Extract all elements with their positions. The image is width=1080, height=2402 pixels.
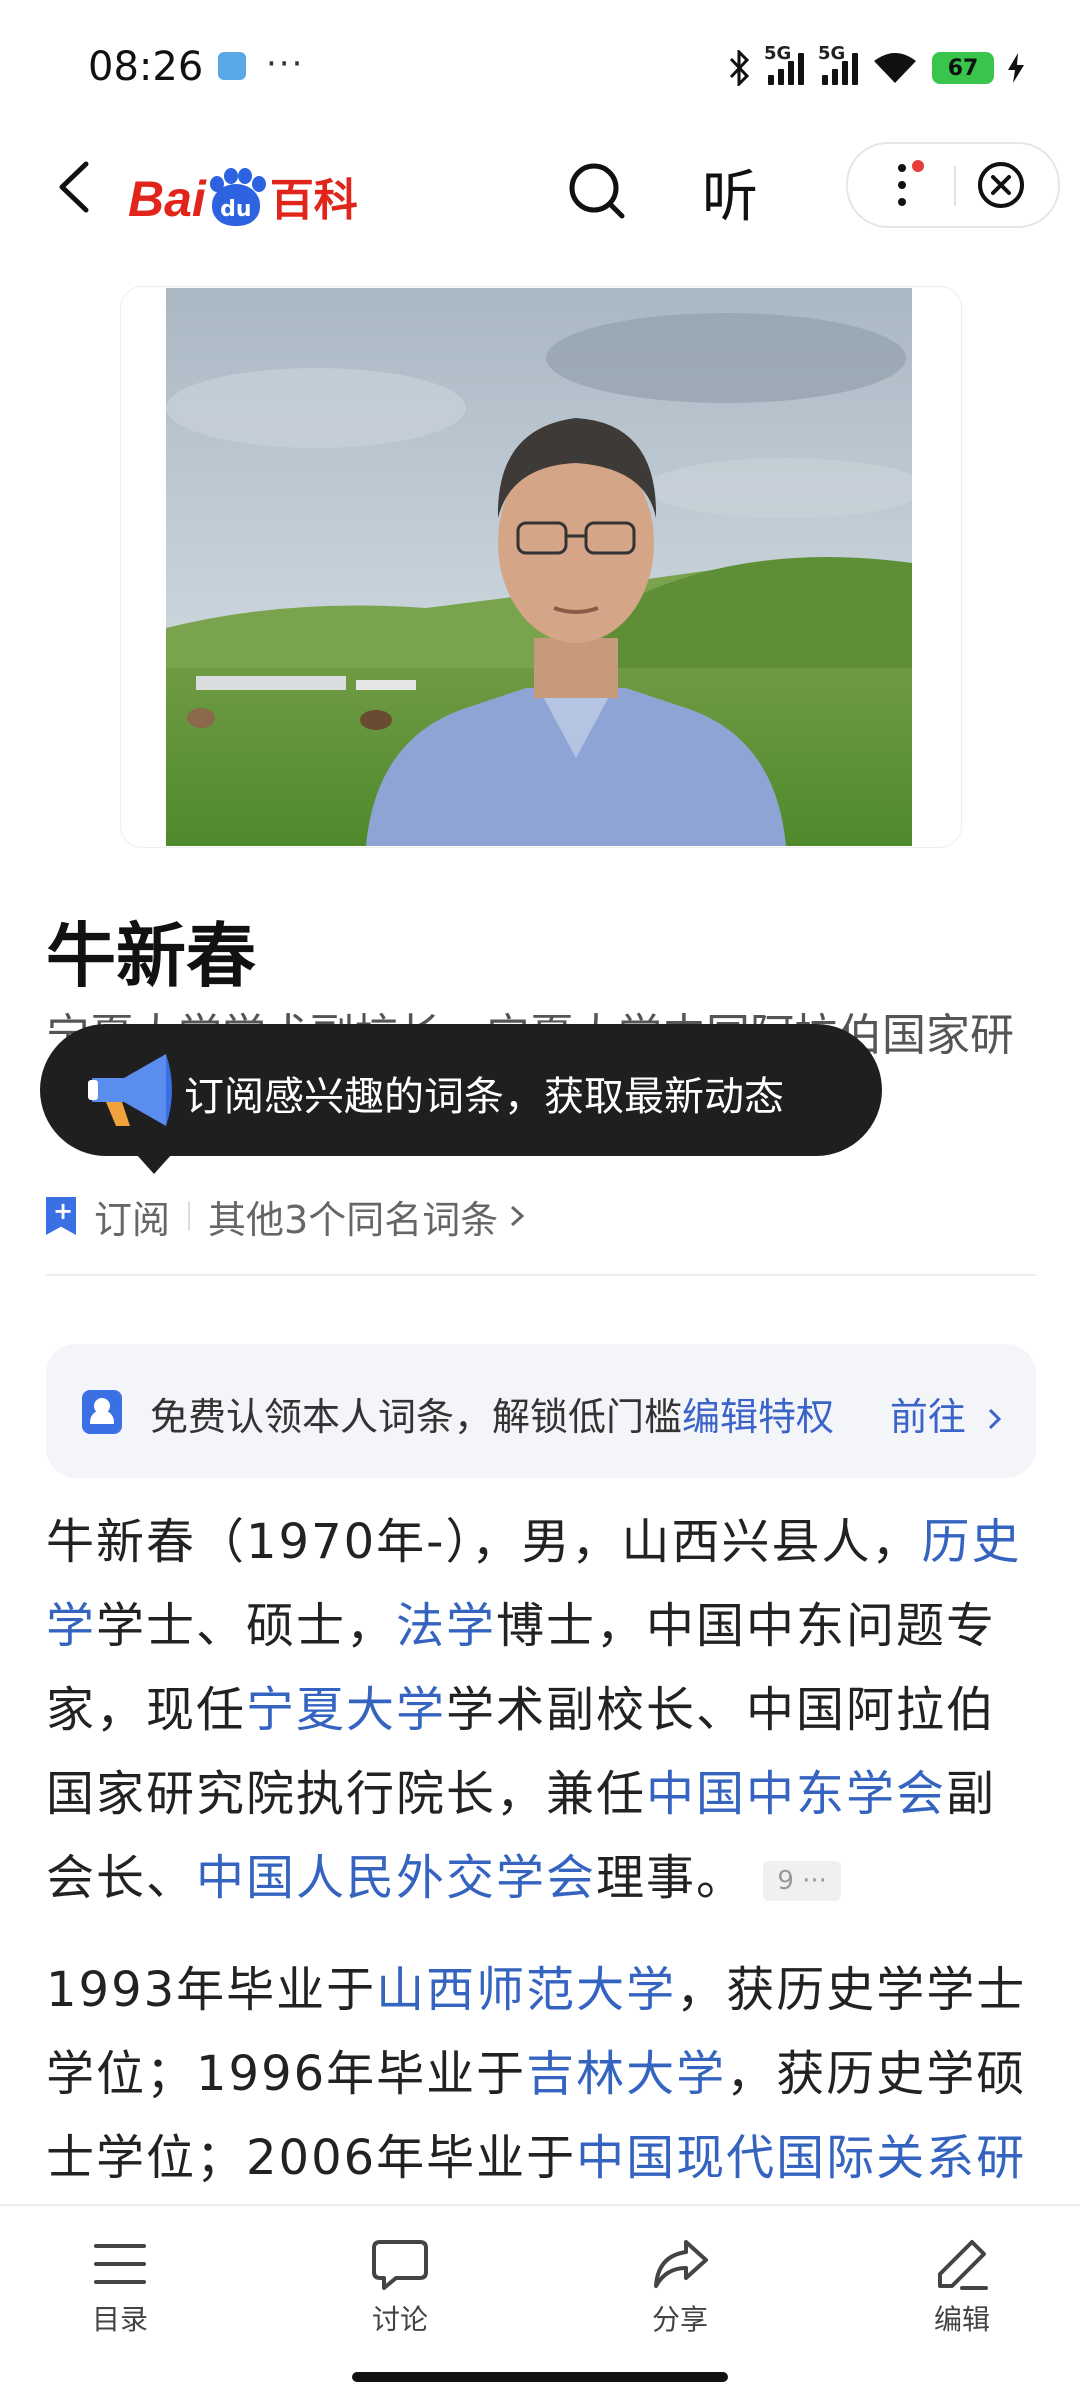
status-icons: 5G 5G 67 xyxy=(728,43,1024,88)
paw-icon: du xyxy=(208,168,266,228)
claim-description: 免费认领本人词条，解锁低门槛 xyxy=(150,1395,683,1439)
close-circle-icon xyxy=(978,162,1024,208)
claim-entry-card[interactable]: 免费认领本人词条，解锁低门槛编辑特权 前往 xyxy=(46,1344,1036,1478)
tab-label: 讨论 xyxy=(371,2303,428,2336)
subscribe-row: 订阅 其他3个同名词条 xyxy=(46,1186,530,1246)
entry-portrait-image[interactable] xyxy=(166,288,912,846)
tab-edit[interactable]: 编辑 xyxy=(892,2236,1032,2338)
chevron-left-icon xyxy=(59,161,89,213)
status-bar: 08:26 ··· 5G 5G 67 xyxy=(0,0,1080,130)
chevron-right-icon xyxy=(988,1408,1002,1430)
citation-number: 9 xyxy=(777,1866,794,1896)
claim-go-button[interactable]: 前往 xyxy=(890,1386,1006,1441)
menu-icon xyxy=(94,2244,146,2284)
wifi-icon xyxy=(874,53,916,83)
status-time: 08:26 xyxy=(88,44,204,90)
link-jilin-university[interactable]: 吉林大学 xyxy=(526,2046,726,2102)
more-notifications-icon: ··· xyxy=(266,44,305,84)
charging-icon xyxy=(1008,53,1024,83)
separator xyxy=(188,1201,191,1231)
person-card-icon xyxy=(82,1390,122,1434)
subscribe-tooltip[interactable]: 订阅感兴趣的词条，获取最新动态 xyxy=(40,1024,882,1156)
chat-icon xyxy=(372,2240,428,2290)
tab-label: 编辑 xyxy=(933,2303,990,2336)
entry-body: 牛新春（1970年-），男，山西兴县人，历史学学士、硕士，法学博士，中国中东问题… xyxy=(46,1500,1040,2228)
tab-label: 分享 xyxy=(651,2303,708,2336)
link-middle-east-society[interactable]: 中国中东学会 xyxy=(646,1766,946,1822)
logo-text-bai: Bai xyxy=(128,171,206,227)
text-run: 理事。 xyxy=(596,1850,747,1906)
capsule-divider xyxy=(954,166,956,206)
baidu-baike-logo[interactable]: Bai du 百科 xyxy=(128,158,358,228)
citation-more-icon: ··· xyxy=(802,1866,827,1896)
share-icon xyxy=(654,2240,708,2288)
tab-discussion[interactable]: 讨论 xyxy=(330,2236,470,2338)
bookmark-add-icon[interactable] xyxy=(46,1197,76,1235)
tab-contents[interactable]: 目录 xyxy=(50,2236,190,2338)
megaphone-icon xyxy=(88,1054,172,1126)
signal-icon: 5G xyxy=(818,43,858,85)
paragraph-1: 牛新春（1970年-），男，山西兴县人，历史学学士、硕士，法学博士，中国中东问题… xyxy=(46,1500,1040,1920)
divider xyxy=(46,1274,1036,1276)
text-run: 1993年毕业于 xyxy=(46,1962,377,2018)
link-law[interactable]: 法学 xyxy=(396,1598,496,1654)
paragraph-2: 1993年毕业于山西师范大学，获历史学学士学位；1996年毕业于吉林大学，获历史… xyxy=(46,1948,1040,2200)
portrait-illustration xyxy=(166,288,912,846)
signal-icon: 5G xyxy=(764,43,804,85)
same-name-entries-link[interactable]: 其他3个同名词条 xyxy=(208,1189,498,1244)
pencil-icon xyxy=(938,2240,988,2290)
battery-icon: 67 xyxy=(932,52,994,84)
back-button[interactable] xyxy=(48,152,108,222)
search-button[interactable] xyxy=(562,156,632,226)
subscribe-button[interactable]: 订阅 xyxy=(94,1189,170,1244)
network-type-1: 5G xyxy=(764,43,792,64)
text-run: 牛新春（1970年-），男，山西兴县人， xyxy=(46,1514,922,1570)
link-peoples-diplomacy-society[interactable]: 中国人民外交学会 xyxy=(196,1850,596,1906)
claim-go-label: 前往 xyxy=(889,1395,966,1439)
tab-label: 目录 xyxy=(91,2303,148,2336)
tooltip-tail xyxy=(136,1154,172,1174)
bluetooth-icon xyxy=(729,50,750,86)
home-indicator[interactable] xyxy=(352,2372,728,2382)
claim-text: 免费认领本人词条，解锁低门槛编辑特权 xyxy=(150,1386,834,1441)
entry-title: 牛新春 xyxy=(46,915,256,997)
link-ningxia-university[interactable]: 宁夏大学 xyxy=(246,1682,446,1738)
text-run: 学士、硕士， xyxy=(96,1598,397,1654)
logo-text-baike: 百科 xyxy=(269,175,358,226)
logo-text-du: du xyxy=(211,184,260,226)
more-button[interactable] xyxy=(888,160,928,210)
edit-privilege-link[interactable]: 编辑特权 xyxy=(682,1395,834,1439)
top-nav-bar: Bai du 百科 听 xyxy=(0,130,1080,250)
network-type-2: 5G xyxy=(818,43,846,64)
more-vertical-icon xyxy=(898,160,924,206)
citation-badge[interactable]: 9 ··· xyxy=(763,1861,841,1901)
link-shanxi-normal-university[interactable]: 山西师范大学 xyxy=(376,1962,676,2018)
link-cicir[interactable]: 中国现代国际关系研 xyxy=(576,2130,1026,2186)
listen-button[interactable]: 听 xyxy=(702,152,772,230)
close-button[interactable] xyxy=(976,160,1026,210)
search-icon xyxy=(569,163,625,219)
tab-share[interactable]: 分享 xyxy=(610,2236,750,2338)
tooltip-text: 订阅感兴趣的词条，获取最新动态 xyxy=(184,1074,784,1120)
chevron-right-icon xyxy=(511,1205,525,1227)
app-icon xyxy=(218,52,246,80)
mini-program-capsule xyxy=(846,142,1060,228)
